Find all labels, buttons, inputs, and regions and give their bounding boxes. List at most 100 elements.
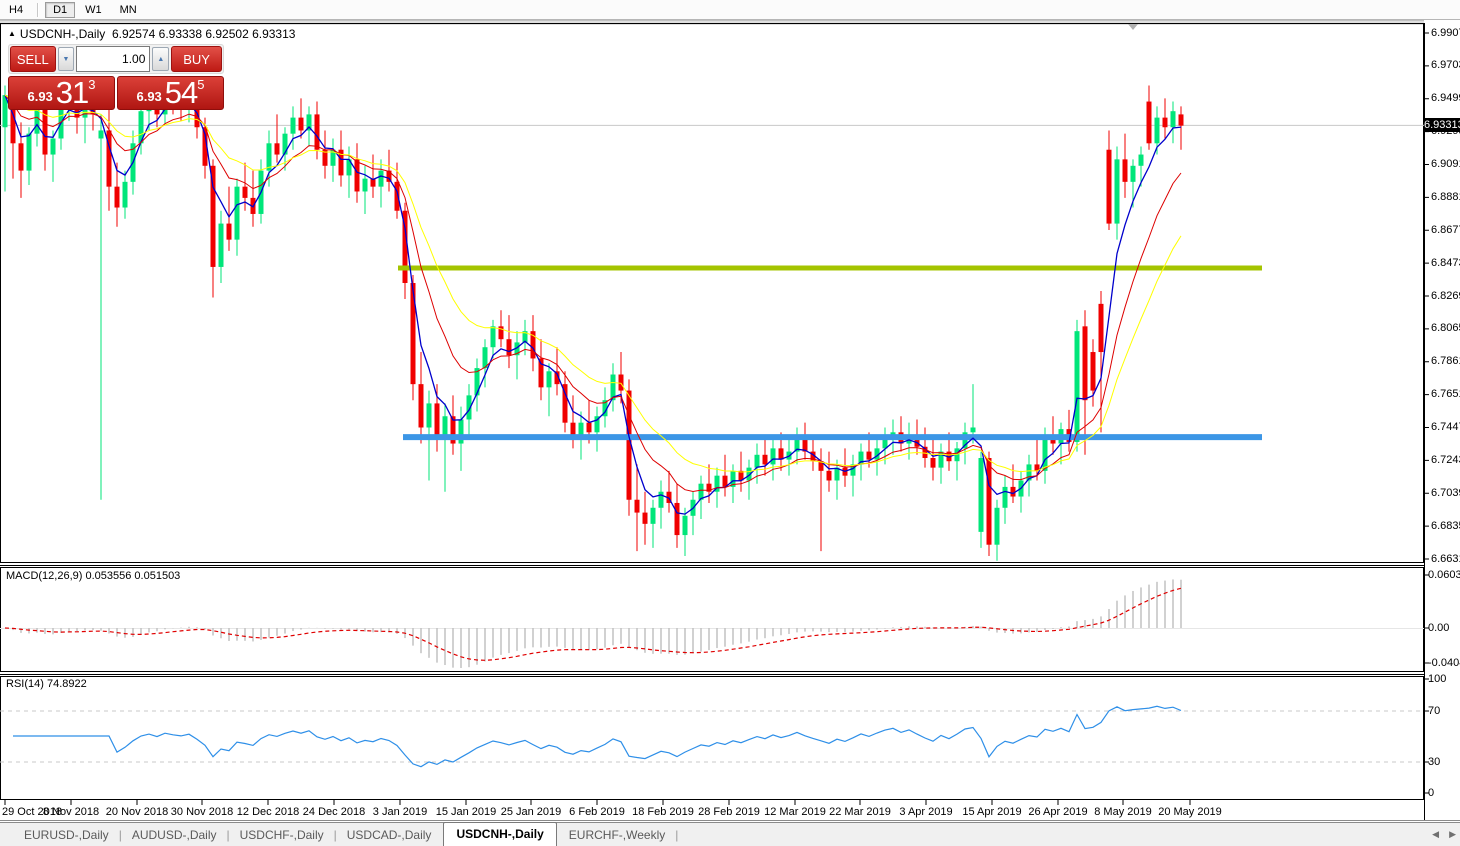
candle-body [18, 143, 24, 171]
date-tick-label: 12 Mar 2019 [764, 806, 826, 818]
volume-input[interactable] [76, 46, 151, 72]
rsi-tick-label: 0 [1428, 786, 1435, 799]
candle-body [378, 170, 384, 187]
candle-body [1074, 331, 1080, 442]
candle-body [994, 507, 1000, 545]
candle-body [362, 178, 368, 192]
candle-body [114, 186, 120, 208]
candle-body [770, 448, 776, 465]
date-tick-label: 15 Apr 2019 [962, 806, 1022, 818]
candle-body [754, 454, 760, 468]
buy-price-panel[interactable]: 6.93 54 5 [117, 76, 224, 110]
candle-body [482, 347, 488, 369]
candle-body [1114, 159, 1120, 224]
candle-body [210, 165, 216, 267]
date-tick-label: 20 Nov 2018 [105, 806, 169, 818]
chart-tab-eurusd-daily[interactable]: EURUSD-,Daily [14, 824, 119, 846]
date-tick-label: 6 Feb 2019 [569, 806, 625, 818]
candle-body [1138, 154, 1144, 166]
macd-values: 0.053556 0.051503 [85, 570, 181, 582]
chart-tab-audusd-daily[interactable]: AUDUSD-,Daily [122, 824, 227, 846]
date-tick-label: 30 Nov 2018 [170, 806, 234, 818]
candle-body [970, 427, 976, 433]
date-tick-label: 22 Mar 2019 [829, 806, 891, 818]
rsi-value: 74.8922 [46, 678, 87, 690]
price-tick-label: 6.82690 [1431, 289, 1460, 302]
macd-name: MACD(12,26,9) [6, 570, 83, 582]
price-tick-label: 6.90910 [1431, 158, 1460, 170]
buy-button[interactable]: BUY [171, 46, 222, 72]
rsi-line [13, 705, 1182, 768]
price-tick-label: 6.72430 [1431, 453, 1460, 466]
chart-tab-usdchf-daily[interactable]: USDCHF-,Daily [230, 824, 334, 846]
price-tick-label: 6.88810 [1431, 190, 1460, 203]
date-tick-label: 8 Nov 2018 [42, 806, 100, 818]
macd-indicator-label: MACD(12,26,9) 0.053556 0.051503 [6, 570, 180, 582]
candle-body [1106, 149, 1112, 224]
one-click-trading-widget: SELL ▼ ▲ BUY 6.93 31 3 6.93 54 5 [8, 44, 224, 110]
candle-body [1178, 114, 1184, 126]
candle-body [682, 515, 688, 536]
candle-body [1098, 303, 1104, 353]
candle-body [314, 114, 320, 150]
candle-body [1090, 352, 1096, 391]
volume-decrease-button[interactable]: ▼ [57, 47, 75, 71]
candle-body [26, 133, 32, 171]
date-tick-label: 8 May 2019 [1094, 806, 1152, 818]
sell-button[interactable]: SELL [10, 46, 56, 72]
tab-separator: | [675, 828, 679, 842]
candle-body [658, 491, 664, 508]
candle-body [674, 502, 680, 536]
chart-canvas[interactable] [0, 0, 1460, 846]
candle-body [1042, 435, 1048, 471]
chart-tab-usdcnh-daily[interactable]: USDCNH-,Daily [443, 822, 557, 846]
price-tick-label: 6.94990 [1431, 92, 1460, 105]
candle-body [1082, 326, 1088, 401]
candle-body [426, 403, 432, 428]
chart-tab-usdcad-daily[interactable]: USDCAD-,Daily [337, 824, 442, 846]
volume-increase-button[interactable]: ▲ [152, 47, 170, 71]
price-tick-label: 6.84730 [1431, 256, 1460, 269]
rsi-name: RSI(14) [6, 678, 44, 690]
tab-scroll-right-icon[interactable]: ▶ [1449, 829, 1456, 840]
rsi-tick-label: 100 [1428, 672, 1447, 685]
candle-body [234, 186, 240, 240]
sell-price-panel[interactable]: 6.93 31 3 [8, 76, 115, 110]
candle-body [642, 512, 648, 524]
candle-body [1130, 165, 1136, 182]
candle-body [866, 451, 872, 460]
candle-body [618, 374, 624, 391]
price-tick-label: 6.76510 [1431, 388, 1460, 401]
collapse-panel-icon[interactable]: ▲ [8, 29, 16, 38]
candle-body [1154, 117, 1160, 144]
rsi-tick-label: 70 [1428, 704, 1441, 717]
current-price-tag: 6.93313 [1424, 118, 1460, 133]
price-tick-label: 6.97030 [1431, 59, 1460, 72]
chart-ohlc-values: 6.92574 6.93338 6.92502 6.93313 [111, 27, 296, 41]
candle-body [650, 507, 656, 524]
candle-body [546, 371, 552, 388]
sell-price-pips: 31 [55, 75, 89, 110]
price-tick-label: 6.86770 [1431, 223, 1460, 236]
ma-slow [4, 94, 1182, 473]
candle-body [298, 117, 304, 131]
tab-scroll-left-icon[interactable]: ◀ [1432, 829, 1439, 840]
candle-body [98, 130, 104, 139]
candle-body [634, 499, 640, 513]
chart-tab-eurchf-weekly[interactable]: EURCHF-,Weekly [559, 824, 675, 846]
chevron-up-icon: ▲ [157, 55, 165, 63]
ma-mid [4, 94, 1182, 493]
candle-body [506, 339, 512, 356]
sell-price-point: 3 [88, 77, 96, 92]
candle-body [826, 470, 832, 481]
date-tick-label: 3 Apr 2019 [899, 806, 953, 818]
candle-body [762, 454, 768, 465]
terminal-window: H4 D1 W1 MN ▲ USDCNH-,Daily 6.92574 6.933… [0, 0, 1460, 846]
candle-body [1162, 117, 1168, 128]
chart-tab-bar: EURUSD-,Daily | AUDUSD-,Daily | USDCHF-,Dail… [0, 822, 1460, 846]
candle-body [290, 117, 296, 134]
candle-body [218, 223, 224, 267]
rsi-indicator-label: RSI(14) 74.8922 [6, 678, 87, 690]
date-tick-label: 18 Feb 2019 [632, 806, 694, 818]
date-tick-label: 12 Dec 2018 [236, 806, 300, 818]
